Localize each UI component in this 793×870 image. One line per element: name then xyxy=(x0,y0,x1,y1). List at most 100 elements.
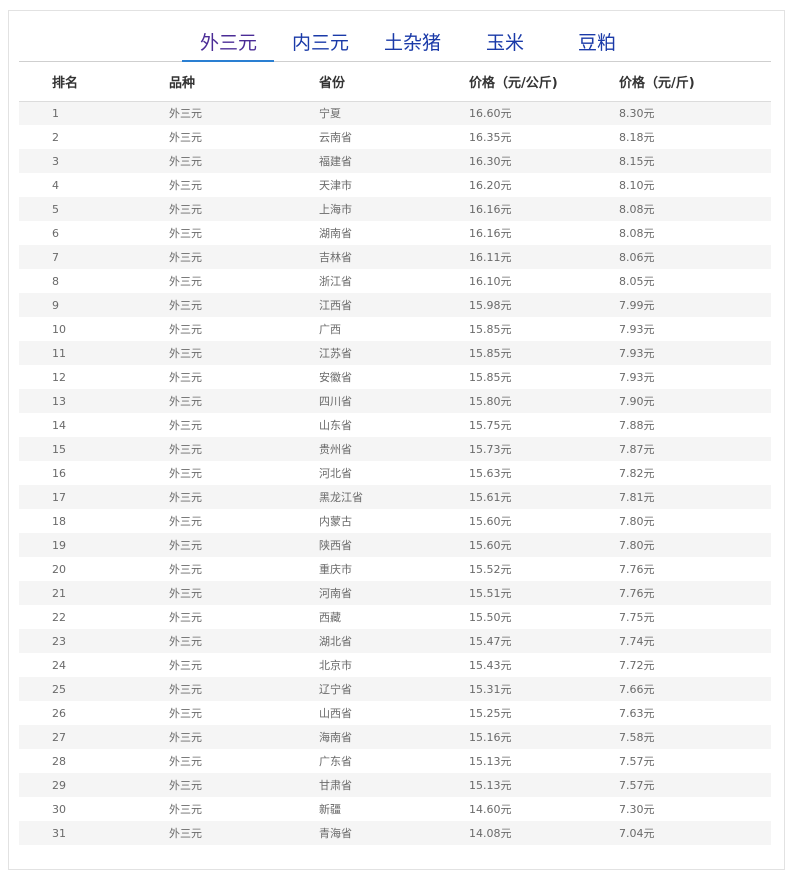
variety-cell: 外三元 xyxy=(169,203,202,216)
table-row: 14 外三元 山东省 15.75元 7.88元 xyxy=(19,413,771,437)
price-jin-cell: 8.15元 xyxy=(619,155,655,168)
province-cell: 河北省 xyxy=(319,467,352,480)
price-jin-cell: 7.76元 xyxy=(619,587,655,600)
price-jin-cell: 8.10元 xyxy=(619,179,655,192)
price-jin-cell: 7.57元 xyxy=(619,755,655,768)
price-kg-cell: 15.63元 xyxy=(469,467,512,480)
province-cell: 四川省 xyxy=(319,395,352,408)
price-kg-cell: 16.11元 xyxy=(469,251,512,264)
province-cell: 河南省 xyxy=(319,587,352,600)
tab-wai-san-yuan[interactable]: 外三元 xyxy=(200,31,257,55)
price-jin-cell: 7.66元 xyxy=(619,683,655,696)
rank-cell: 23 xyxy=(52,634,66,648)
rank-cell: 8 xyxy=(52,274,59,288)
price-jin-cell: 7.72元 xyxy=(619,659,655,672)
province-cell: 广东省 xyxy=(319,755,352,768)
price-kg-cell: 15.60元 xyxy=(469,515,512,528)
province-cell: 贵州省 xyxy=(319,443,352,456)
variety-cell: 外三元 xyxy=(169,251,202,264)
province-cell: 山西省 xyxy=(319,707,352,720)
price-kg-cell: 15.13元 xyxy=(469,755,512,768)
variety-cell: 外三元 xyxy=(169,131,202,144)
province-cell: 浙江省 xyxy=(319,275,352,288)
table-row: 31 外三元 青海省 14.08元 7.04元 xyxy=(19,821,771,845)
province-cell: 黑龙江省 xyxy=(319,491,363,504)
tab-tu-za-zhu[interactable]: 土杂猪 xyxy=(384,31,441,55)
table-row: 3 外三元 福建省 16.30元 8.15元 xyxy=(19,149,771,173)
table-header-row: 排名 品种 省份 价格（元/公斤) 价格（元/斤) xyxy=(19,63,771,102)
price-kg-cell: 15.61元 xyxy=(469,491,512,504)
variety-cell: 外三元 xyxy=(169,227,202,240)
rank-cell: 18 xyxy=(52,514,66,528)
table-row: 8 外三元 浙江省 16.10元 8.05元 xyxy=(19,269,771,293)
price-kg-cell: 15.16元 xyxy=(469,731,512,744)
price-kg-cell: 16.35元 xyxy=(469,131,512,144)
price-jin-cell: 7.58元 xyxy=(619,731,655,744)
rank-cell: 21 xyxy=(52,586,66,600)
province-cell: 江西省 xyxy=(319,299,352,312)
province-cell: 天津市 xyxy=(319,179,352,192)
tab-soybean-meal[interactable]: 豆粕 xyxy=(578,31,616,55)
header-rank: 排名 xyxy=(19,63,169,102)
variety-cell: 外三元 xyxy=(169,683,202,696)
rank-cell: 26 xyxy=(52,706,66,720)
rank-cell: 3 xyxy=(52,154,59,168)
variety-cell: 外三元 xyxy=(169,539,202,552)
price-jin-cell: 8.05元 xyxy=(619,275,655,288)
price-jin-cell: 8.30元 xyxy=(619,107,655,121)
province-cell: 辽宁省 xyxy=(319,683,352,696)
price-jin-cell: 7.04元 xyxy=(619,827,655,840)
price-kg-cell: 16.16元 xyxy=(469,203,512,216)
variety-cell: 外三元 xyxy=(169,515,202,528)
price-ranking-panel: 外三元 内三元 土杂猪 玉米 豆粕 排名 品种 省份 价格（元/公斤) 价格（元… xyxy=(8,10,785,870)
table-body: 1 外三元 宁夏 16.60元 8.30元 2 外三元 云南省 16.35元 8.18元 3 外三元福… xyxy=(19,101,771,845)
price-jin-cell: 8.18元 xyxy=(619,131,655,144)
rank-cell: 22 xyxy=(52,610,66,624)
province-cell: 湖南省 xyxy=(319,227,352,240)
table-row: 7 外三元 吉林省 16.11元 8.06元 xyxy=(19,245,771,269)
rank-cell: 20 xyxy=(52,562,66,576)
header-province: 省份 xyxy=(319,63,469,102)
table-row: 17 外三元 黑龙江省 15.61元 7.81元 xyxy=(19,485,771,509)
price-kg-cell: 15.13元 xyxy=(469,779,512,792)
price-jin-cell: 7.81元 xyxy=(619,491,655,504)
province-cell: 山东省 xyxy=(319,419,352,432)
variety-cell: 外三元 xyxy=(169,755,202,768)
province-cell: 海南省 xyxy=(319,731,352,744)
province-cell: 福建省 xyxy=(319,155,352,168)
rank-cell: 19 xyxy=(52,538,66,552)
variety-cell: 外三元 xyxy=(169,155,202,168)
price-kg-cell: 15.51元 xyxy=(469,587,512,600)
table-row: 1 外三元 宁夏 16.60元 8.30元 xyxy=(19,101,771,125)
price-jin-cell: 8.06元 xyxy=(619,251,655,264)
table-row: 19 外三元 陕西省 15.60元 7.80元 xyxy=(19,533,771,557)
table-row: 2 外三元 云南省 16.35元 8.18元 xyxy=(19,125,771,149)
province-cell: 新疆 xyxy=(319,803,341,816)
variety-cell: 外三元 xyxy=(169,467,202,480)
province-cell: 上海市 xyxy=(319,203,352,216)
table-row: 21 外三元 河南省 15.51元 7.76元 xyxy=(19,581,771,605)
variety-cell: 外三元 xyxy=(169,395,202,408)
variety-cell: 外三元 xyxy=(169,323,202,336)
table-row: 12 外三元 安徽省 15.85元 7.93元 xyxy=(19,365,771,389)
price-jin-cell: 7.90元 xyxy=(619,395,655,408)
table-row: 26 外三元 山西省 15.25元 7.63元 xyxy=(19,701,771,725)
tab-corn[interactable]: 玉米 xyxy=(486,31,524,55)
price-kg-cell: 15.75元 xyxy=(469,419,512,432)
variety-cell: 外三元 xyxy=(169,707,202,720)
table-row: 6 外三元 湖南省 16.16元 8.08元 xyxy=(19,221,771,245)
price-kg-cell: 15.52元 xyxy=(469,563,512,576)
province-cell: 江苏省 xyxy=(319,347,352,360)
table-row: 4 外三元 天津市 16.20元 8.10元 xyxy=(19,173,771,197)
rank-cell: 29 xyxy=(52,778,66,792)
tab-nei-san-yuan[interactable]: 内三元 xyxy=(292,31,349,55)
price-jin-cell: 7.30元 xyxy=(619,803,655,816)
price-kg-cell: 15.80元 xyxy=(469,395,512,408)
variety-cell: 外三元 xyxy=(169,659,202,672)
price-kg-cell: 15.43元 xyxy=(469,659,512,672)
table-row: 13 外三元 四川省 15.80元 7.90元 xyxy=(19,389,771,413)
variety-cell: 外三元 xyxy=(169,587,202,600)
rank-cell: 13 xyxy=(52,394,66,408)
rank-cell: 25 xyxy=(52,682,66,696)
province-cell: 广西 xyxy=(319,323,341,336)
